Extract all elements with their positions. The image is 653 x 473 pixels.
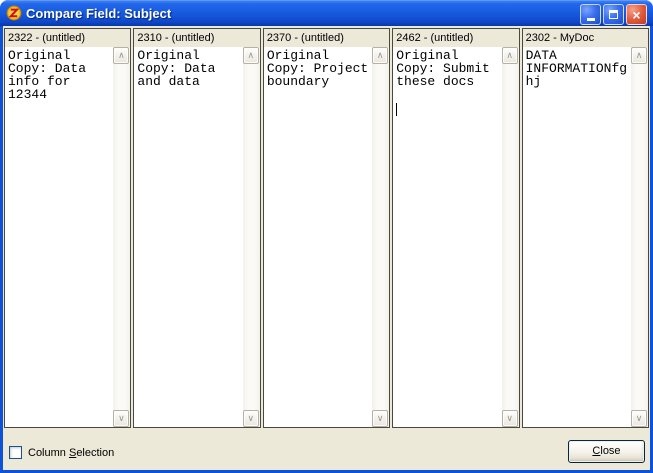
column-header: 2462 - (untitled) [393,29,518,47]
chevron-up-icon: ∧ [377,50,384,60]
column-selection-label: Column Selection [28,447,114,459]
compare-column-2370: 2370 - (untitled) Original Copy: Project… [263,28,390,428]
column-header: 2310 - (untitled) [134,29,259,47]
column-textarea[interactable]: Original Copy: Data info for 12344 ∧ ∨ [5,47,130,427]
column-textarea[interactable]: Original Copy: Submit these docs ∧ ∨ [393,47,518,427]
vertical-scrollbar[interactable]: ∧ ∨ [631,47,648,427]
column-text: Original Copy: Data info for 12344 [8,49,111,427]
compare-column-2322: 2322 - (untitled) Original Copy: Data in… [4,28,131,428]
compare-column-2310: 2310 - (untitled) Original Copy: Data an… [133,28,260,428]
vertical-scrollbar[interactable]: ∧ ∨ [502,47,519,427]
title-bar[interactable]: Compare Field: Subject × [0,0,653,26]
column-text: Original Copy: Project boundary [267,49,370,427]
minimize-icon [587,18,595,21]
column-textarea[interactable]: Original Copy: Data and data ∧ ∨ [134,47,259,427]
vertical-scrollbar[interactable]: ∧ ∨ [372,47,389,427]
dialog-client-area: 2322 - (untitled) Original Copy: Data in… [3,26,650,470]
column-selection-option[interactable]: Column Selection [9,446,114,459]
chevron-down-icon: ∨ [118,413,125,423]
scroll-up-button[interactable]: ∧ [631,47,647,64]
text-caret [396,103,397,116]
chevron-down-icon: ∨ [377,413,384,423]
close-icon: × [632,8,640,22]
close-window-button[interactable]: × [626,4,647,25]
column-textarea[interactable]: Original Copy: Project boundary ∧ ∨ [264,47,389,427]
scroll-up-button[interactable]: ∧ [502,47,518,64]
close-button[interactable]: Close [568,440,645,463]
compare-column-2302: 2302 - MyDoc DATA INFORMATIONfg hj ∧ ∨ [522,28,649,428]
column-header: 2322 - (untitled) [5,29,130,47]
vertical-scrollbar[interactable]: ∧ ∨ [113,47,130,427]
caption-buttons: × [580,4,647,25]
chevron-down-icon: ∨ [248,413,255,423]
chevron-up-icon: ∧ [506,50,513,60]
column-text: Original Copy: Submit these docs [396,49,499,427]
minimize-button[interactable] [580,4,601,25]
column-header: 2370 - (untitled) [264,29,389,47]
chevron-down-icon: ∨ [636,413,643,423]
scroll-up-button[interactable]: ∧ [372,47,388,64]
scroll-down-button[interactable]: ∨ [502,410,518,427]
maximize-icon [609,10,618,19]
scroll-up-button[interactable]: ∧ [113,47,129,64]
maximize-button[interactable] [603,4,624,25]
scroll-down-button[interactable]: ∨ [113,410,129,427]
window-title: Compare Field: Subject [26,6,171,21]
scroll-down-button[interactable]: ∨ [372,410,388,427]
chevron-up-icon: ∧ [636,50,643,60]
vertical-scrollbar[interactable]: ∧ ∨ [243,47,260,427]
app-logo-icon[interactable] [6,5,22,21]
chevron-down-icon: ∨ [506,413,513,423]
column-selection-checkbox[interactable] [9,446,22,459]
scroll-down-button[interactable]: ∨ [631,410,647,427]
compare-columns: 2322 - (untitled) Original Copy: Data in… [4,28,649,428]
chevron-up-icon: ∧ [118,50,125,60]
compare-column-2462: 2462 - (untitled) Original Copy: Submit … [392,28,519,428]
scroll-down-button[interactable]: ∨ [243,410,259,427]
dialog-window: Compare Field: Subject × 2322 - (untitle… [0,0,653,473]
column-textarea[interactable]: DATA INFORMATIONfg hj ∧ ∨ [523,47,648,427]
column-header: 2302 - MyDoc [523,29,648,47]
scroll-up-button[interactable]: ∧ [243,47,259,64]
column-text: DATA INFORMATIONfg hj [526,49,629,427]
column-text: Original Copy: Data and data [137,49,240,427]
chevron-up-icon: ∧ [248,50,255,60]
